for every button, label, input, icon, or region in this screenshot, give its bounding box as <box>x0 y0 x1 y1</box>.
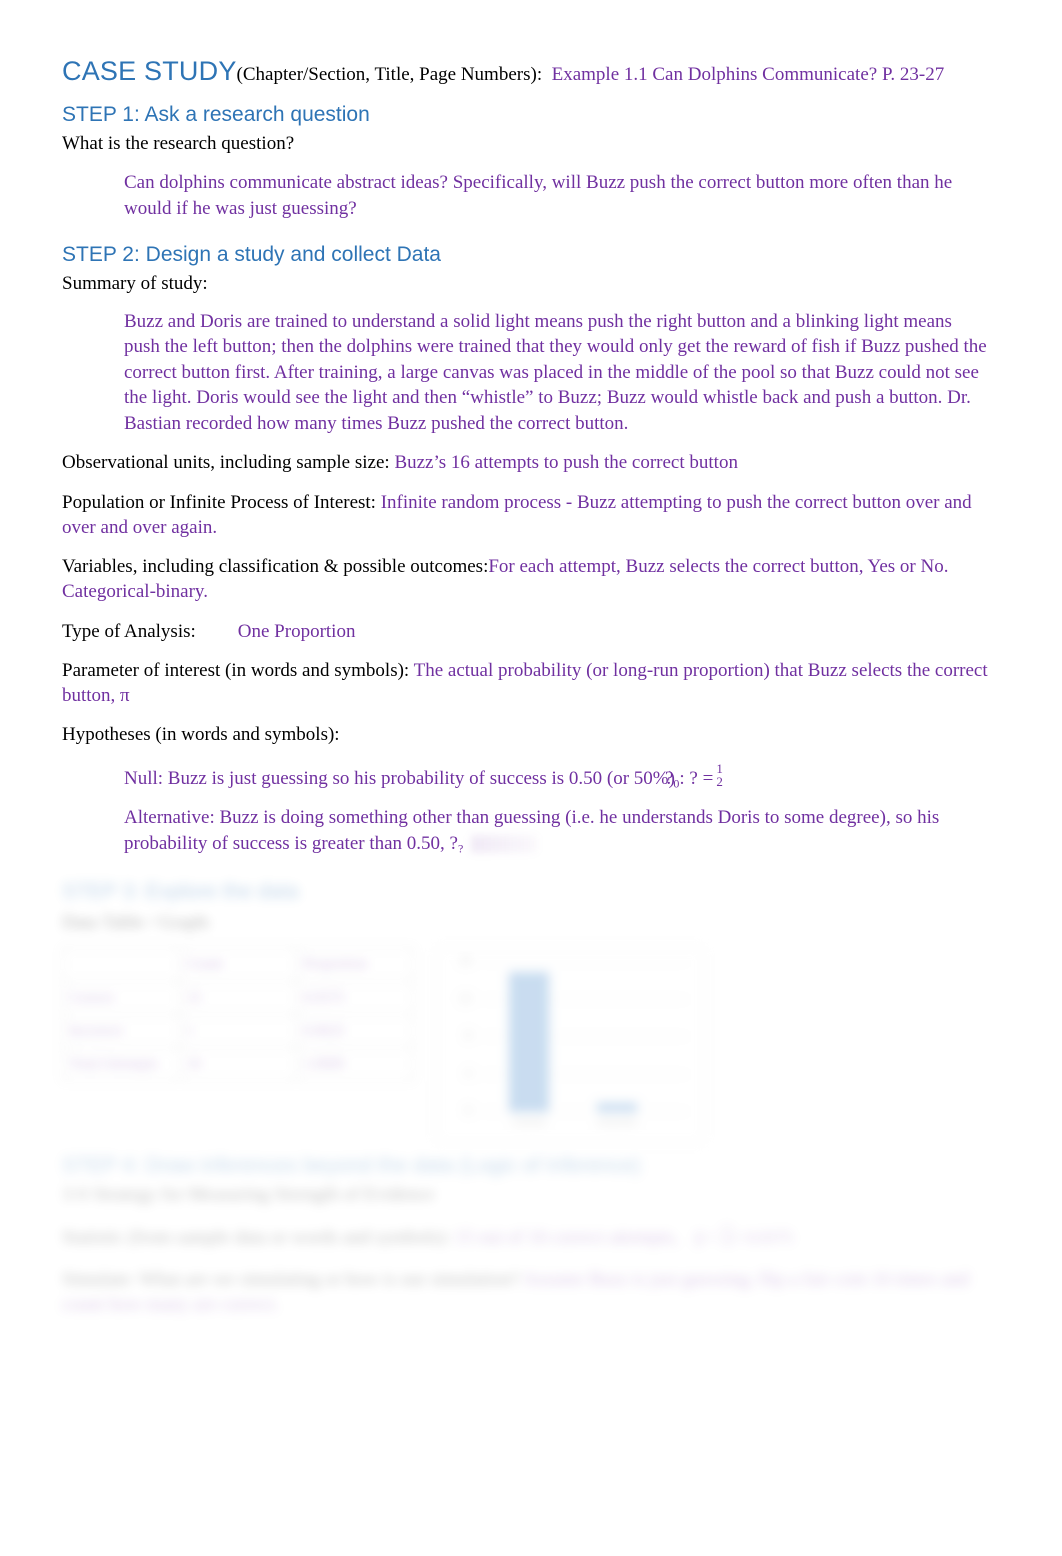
table-cell-count: 16 <box>179 1047 297 1082</box>
observational-units-label: Observational units, including sample si… <box>62 452 390 474</box>
chart-plot-area: 0 4 8 12 16 Correct Incorrect <box>460 956 689 1128</box>
table-cell-proportion: 1.0000 <box>296 1047 414 1082</box>
title-value: Example 1.1 Can Dolphins Communicate? P.… <box>551 64 945 85</box>
observational-units-row: Observational units, including sample si… <box>62 450 992 475</box>
page-title: CASE STUDY <box>62 56 237 86</box>
parameter-label: Parameter of interest (in words and symb… <box>62 659 410 681</box>
population-label: Population or Infinite Process of Intere… <box>62 491 376 513</box>
step3-section: STEP 3: Explore the data Data Table / Gr… <box>62 880 1012 1144</box>
table-header-count: Count <box>179 947 297 982</box>
chart-bar: Incorrect <box>597 1102 637 1128</box>
table-header-row: Count Proportion <box>62 947 414 982</box>
step3-body: Count Proportion Correct 15 0.9375 Incor… <box>62 947 1012 1144</box>
hypotheses-label: Hypotheses (in words and symbols): <box>62 724 340 746</box>
statistic-equation: p̂ = 15 16 = 0.9375 <box>695 1223 793 1250</box>
null-eq-fraction: 12 <box>716 760 723 789</box>
null-hypothesis-equation: ?0: ? = 1 2 <box>665 760 723 792</box>
table-cell-proportion: 0.9375 <box>296 980 414 1015</box>
title-parenthetical: (Chapter/Section, Title, Page Numbers): <box>236 64 543 85</box>
simulate-row: Simulate: What are we simulating or how … <box>62 1267 1012 1318</box>
statistic-eq-lead: p̂ = <box>695 1228 718 1248</box>
simulate-label: Simulate: What are we simulating or how … <box>62 1268 520 1290</box>
table-cell-count: 1 <box>179 1013 297 1049</box>
chart-gridline: 16 <box>460 956 689 967</box>
step3-prompt: Data Table / Graph: <box>62 912 212 934</box>
chart-y-tick-label: 0 <box>465 1105 471 1117</box>
document-page: CASE STUDY(Chapter/Section, Title, Page … <box>0 0 1062 1556</box>
analysis-label: Type of Analysis: <box>62 620 196 642</box>
null-eq-denominator: 2 <box>716 773 723 789</box>
table-cell-category: Total Attempts <box>62 1047 180 1082</box>
step1-answer: Can dolphins communicate abstract ideas?… <box>124 172 953 219</box>
step4-section: STEP 4: Draw inferences beyond the data … <box>62 1140 1012 1317</box>
statistic-label: Statistic (from sample data or words and… <box>62 1227 450 1249</box>
table-cell-proportion: 0.0625 <box>296 1013 414 1049</box>
analysis-row: Type of Analysis: One Proportion <box>62 619 992 644</box>
chart-x-tick-label: Incorrect <box>597 1117 637 1129</box>
table-cell-count: 15 <box>179 980 297 1015</box>
statistic-row: Statistic (from sample data or words and… <box>62 1223 1012 1250</box>
table-cell-category: Correct <box>62 980 180 1015</box>
bar-chart: 0 4 8 12 16 Correct Incorrect <box>436 947 704 1144</box>
table-row: Incorrect 1 0.0625 <box>62 1013 414 1049</box>
chart-y-tick-label: 4 <box>465 1068 471 1080</box>
alt-eq-subscript: ? <box>457 841 464 856</box>
population-row: Population or Infinite Process of Intere… <box>62 490 992 541</box>
case-study-title-line: CASE STUDY(Chapter/Section, Title, Page … <box>62 58 992 85</box>
step4-subheading: 3-S Strategy for Measuring Strength of E… <box>62 1184 435 1206</box>
table-cell-category: Incorrect <box>62 1013 180 1049</box>
table-header-proportion: Proportion <box>296 947 414 982</box>
parameter-row: Parameter of interest (in words and symb… <box>62 658 992 709</box>
statistic-eq-value: = 0.9375 <box>732 1228 794 1248</box>
alternative-hypothesis-equation: ? <box>458 831 463 857</box>
table-header-blank <box>62 947 180 982</box>
null-eq-numerator: 1 <box>716 760 723 776</box>
chart-y-tick-label: 8 <box>465 1030 471 1042</box>
step4-heading: STEP 4: Draw inferences beyond the data … <box>62 1154 641 1177</box>
table-row: Total Attempts 16 1.0000 <box>62 1047 414 1082</box>
step1-prompt: What is the research question? <box>62 133 295 155</box>
step2-heading: STEP 2: Design a study and collect Data <box>62 243 441 267</box>
statistic-eq-fraction: 15 16 <box>720 1223 733 1249</box>
chart-x-tick-label: Correct <box>512 1117 546 1129</box>
statistic-eq-denominator: 16 <box>720 1234 733 1249</box>
step2-summary-label: Summary of study: <box>62 273 208 295</box>
alternative-hypothesis-row: Alternative: Buzz is doing something oth… <box>124 805 992 856</box>
step3-heading: STEP 3: Explore the data <box>62 880 299 903</box>
step1-heading: STEP 1: Ask a research question <box>62 103 370 126</box>
table-row: Correct 15 0.9375 <box>62 980 414 1015</box>
null-hypothesis-row: Null: Buzz is just guessing so his proba… <box>124 760 992 792</box>
null-hypothesis-text: Null: Buzz is just guessing so his proba… <box>124 767 675 789</box>
document-content: CASE STUDY(Chapter/Section, Title, Page … <box>62 58 992 857</box>
step2-summary-answer: Buzz and Doris are trained to understand… <box>124 310 987 434</box>
alternative-equation-ghost <box>471 835 538 854</box>
chart-y-tick-label: 16 <box>459 955 471 967</box>
chart-bar: Correct <box>509 971 549 1128</box>
variables-row: Variables, including classification & po… <box>62 554 992 605</box>
null-eq-mid: : ? = <box>679 767 714 789</box>
statistic-answer: 15 out of 16 correct attempts, <box>454 1227 679 1249</box>
observational-units-answer: Buzz’s 16 attempts to push the correct b… <box>394 452 738 474</box>
variables-label: Variables, including classification & po… <box>62 556 489 578</box>
chart-y-tick-label: 12 <box>459 993 471 1005</box>
data-table: Count Proportion Correct 15 0.9375 Incor… <box>62 947 414 1082</box>
analysis-answer: One Proportion <box>237 620 356 642</box>
